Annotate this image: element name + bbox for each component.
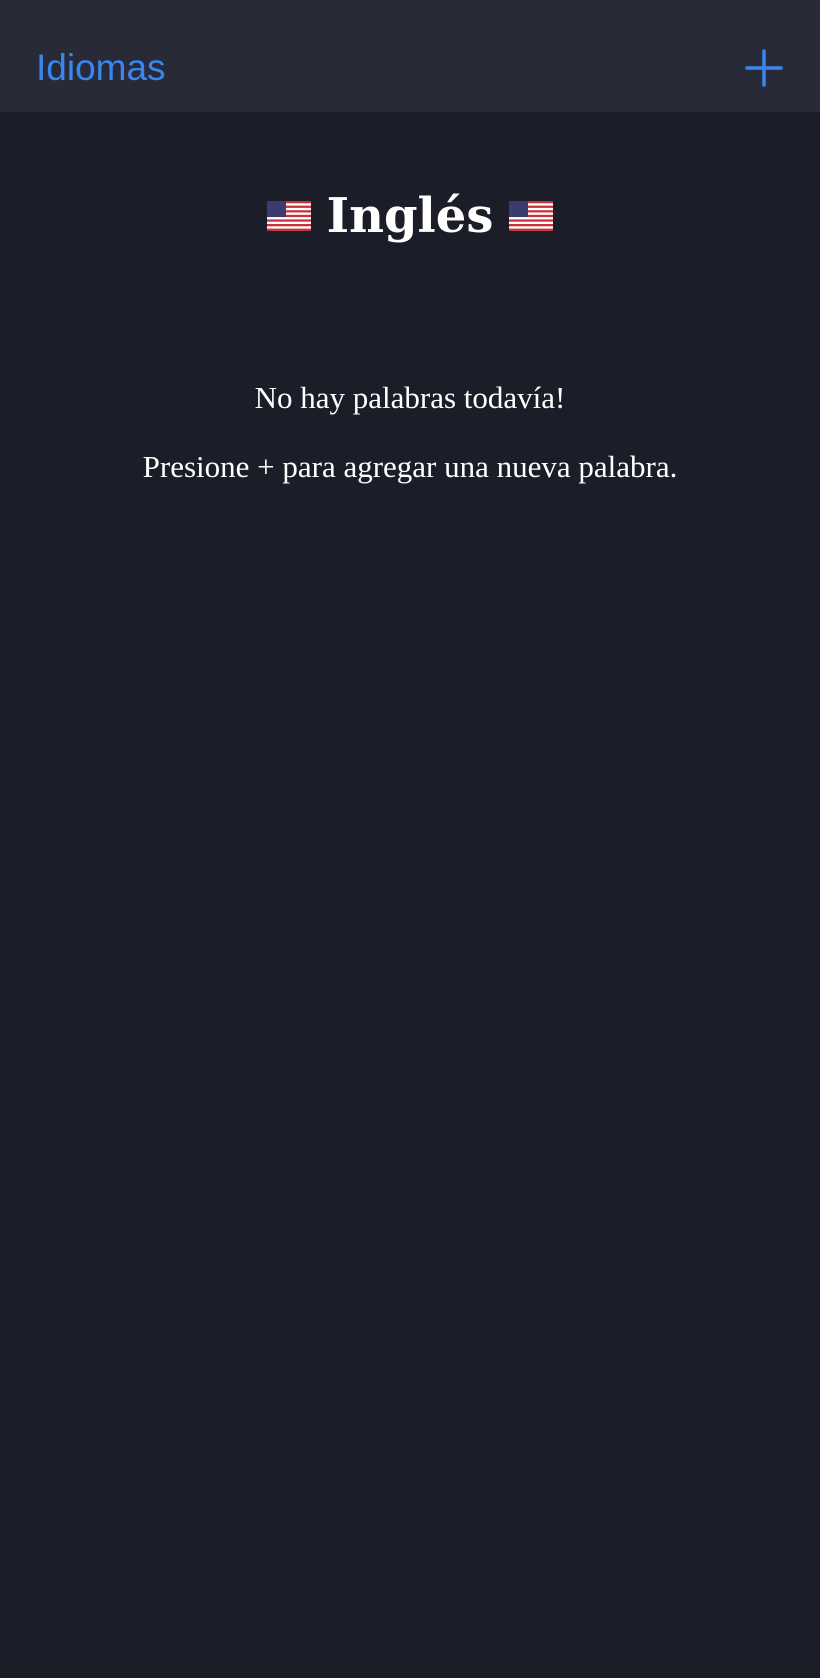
page-title: Inglés	[326, 188, 494, 244]
empty-state-message: No hay palabras todavía!	[254, 380, 566, 415]
back-button-idiomas[interactable]: Idiomas	[36, 44, 166, 92]
main-content: Inglés No hay palabras todavía! Presione…	[0, 112, 820, 1678]
us-flag-icon	[509, 201, 554, 231]
plus-icon	[745, 49, 783, 87]
add-word-button[interactable]	[744, 48, 784, 88]
us-flag-icon	[266, 201, 311, 231]
navigation-bar: Idiomas	[0, 0, 820, 112]
language-title-row: Inglés	[0, 184, 820, 248]
empty-state-hint: Presione + para agregar una nueva palabr…	[142, 449, 678, 484]
